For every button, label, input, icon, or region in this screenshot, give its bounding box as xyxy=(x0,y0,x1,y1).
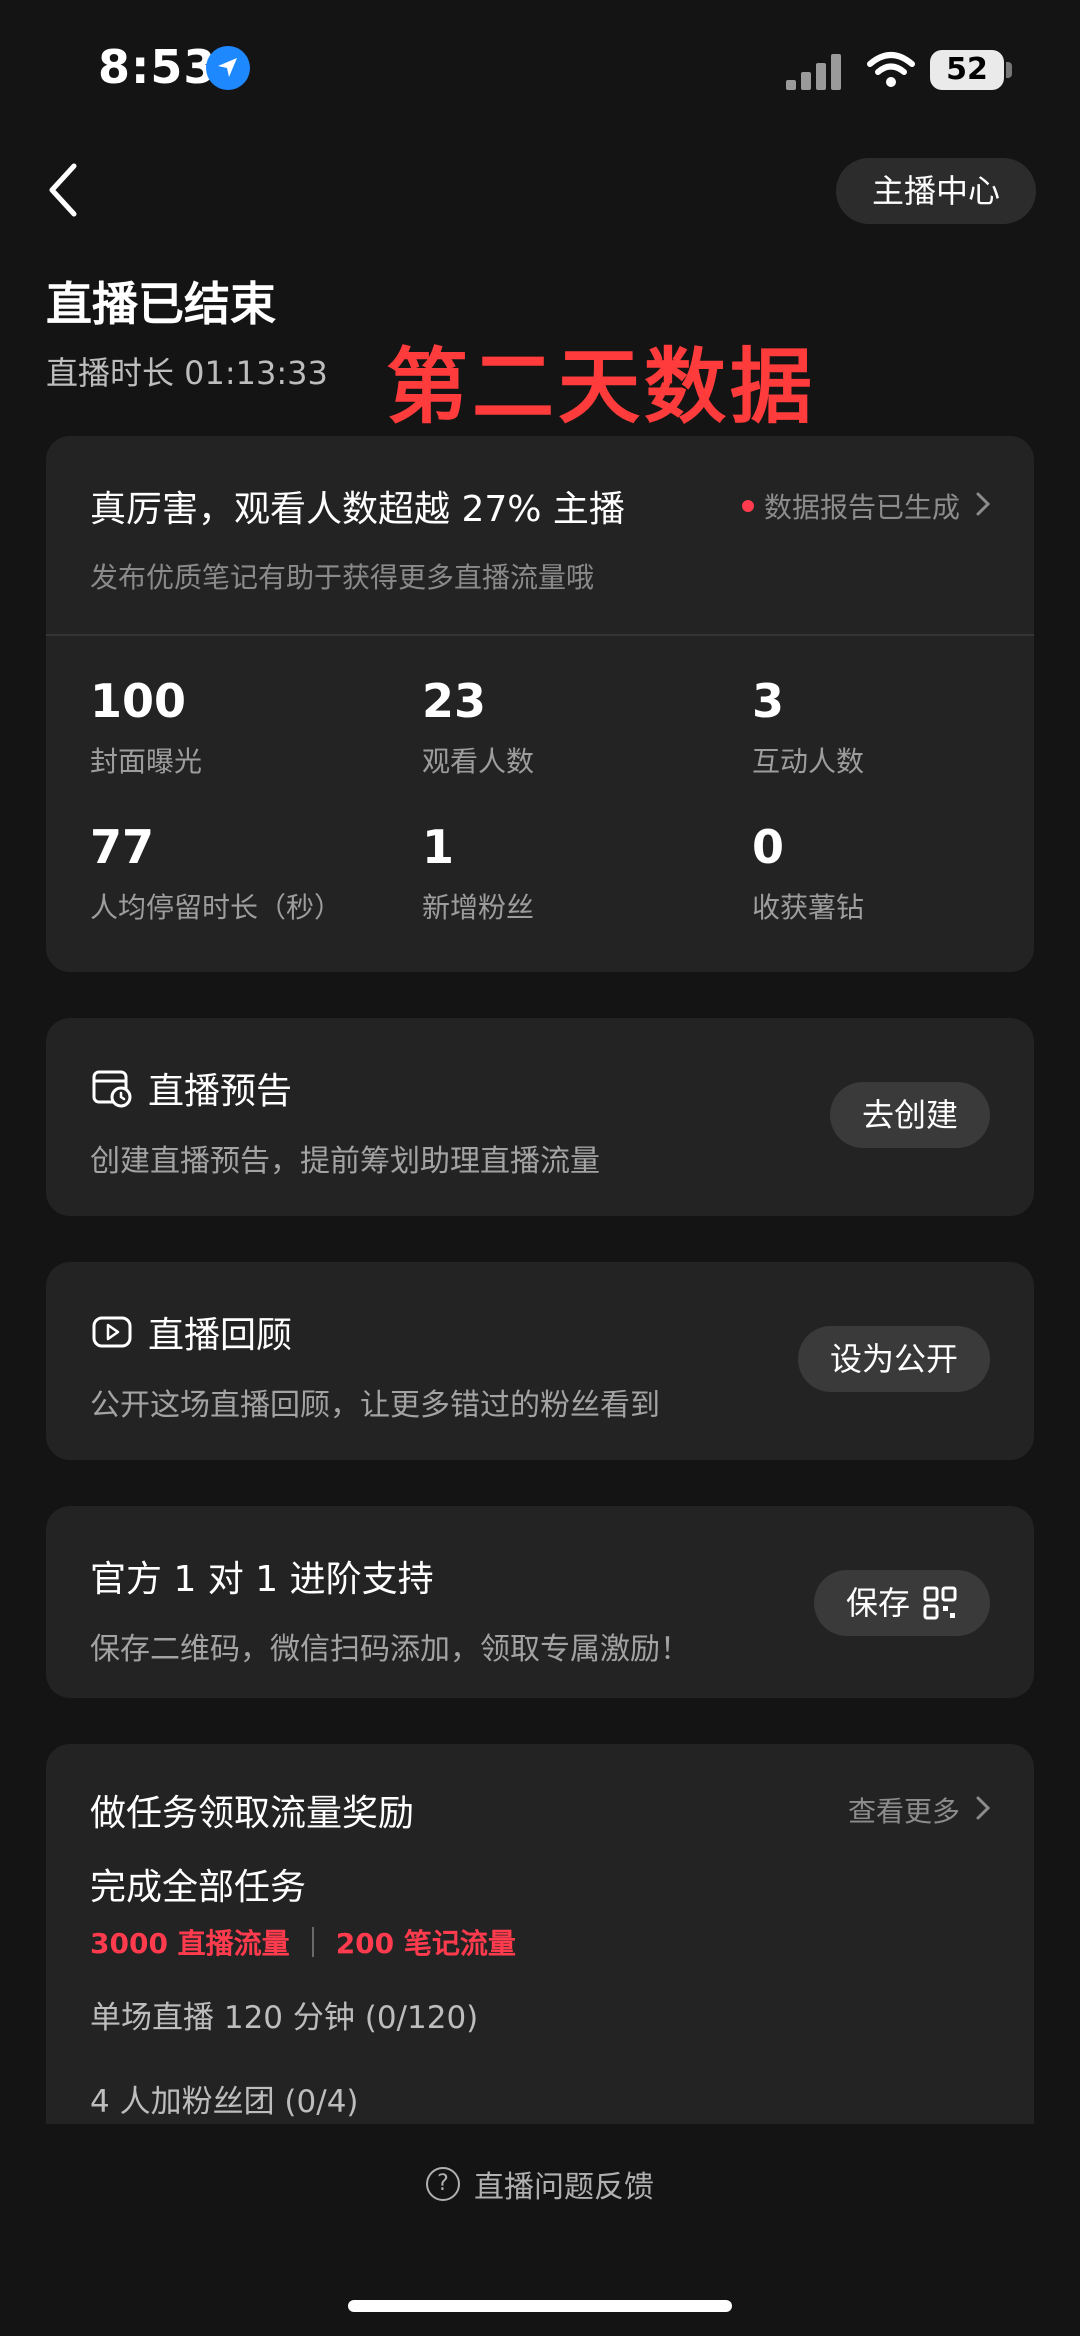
chevron-right-icon xyxy=(976,1794,991,1827)
reward-note-traffic: 200 笔记流量 xyxy=(335,1927,516,1960)
stat-avg-stay: 77 人均停留时长（秒） xyxy=(90,820,342,926)
data-report-link[interactable]: 数据报告已生成 xyxy=(741,486,991,526)
report-link-label: 数据报告已生成 xyxy=(763,491,960,524)
page-title: 直播已结束 xyxy=(46,277,276,331)
stream-duration: 直播时长 01:13:33 xyxy=(46,354,328,392)
summary-card: 真厉害，观看人数超越 27% 主播 数据报告已生成 发布优质笔记有助于获得更多直… xyxy=(46,436,1034,972)
rewards-row: 3000 直播流量 200 笔记流量 xyxy=(90,1922,516,1962)
calendar-clock-icon xyxy=(92,1070,132,1108)
view-more-label: 查看更多 xyxy=(847,1795,960,1828)
stat-label: 收获薯钻 xyxy=(752,891,865,924)
stat-viewers: 23 观看人数 xyxy=(422,674,534,780)
support-description: 保存二维码，微信扫码添加，领取专属激励！ xyxy=(90,1632,690,1667)
video-replay-icon xyxy=(92,1316,132,1348)
reward-separator xyxy=(311,1927,314,1957)
stat-value: 100 xyxy=(90,674,187,728)
chevron-right-icon xyxy=(976,490,991,523)
save-label: 保存 xyxy=(845,1584,910,1622)
location-icon xyxy=(206,46,250,90)
preview-title-row: 直播预告 xyxy=(90,1062,292,1114)
complete-all-tasks: 完成全部任务 xyxy=(90,1867,307,1908)
stat-diamonds: 0 收获薯钻 xyxy=(752,820,864,926)
battery-indicator: 52 xyxy=(930,50,1004,90)
stat-interactors: 3 互动人数 xyxy=(752,674,864,780)
divider xyxy=(46,634,1034,636)
stat-label: 人均停留时长（秒） xyxy=(90,891,343,924)
cellular-signal-icon xyxy=(786,52,844,90)
stat-label: 观看人数 xyxy=(422,745,535,778)
stat-value: 1 xyxy=(422,820,455,874)
qr-code-icon xyxy=(923,1586,957,1620)
stat-cover-impressions: 100 封面曝光 xyxy=(90,674,202,780)
replay-title: 直播回顾 xyxy=(148,1315,293,1356)
question-circle-icon: ? xyxy=(426,2167,460,2201)
home-indicator[interactable] xyxy=(348,2300,732,2312)
tasks-card: 做任务领取流量奖励 查看更多 完成全部任务 3000 直播流量 200 笔记流量… xyxy=(46,1744,1034,2124)
feedback-label: 直播问题反馈 xyxy=(474,2170,654,2205)
preview-title: 直播预告 xyxy=(148,1071,293,1112)
feedback-link[interactable]: ? 直播问题反馈 xyxy=(0,2162,1080,2206)
stat-value: 3 xyxy=(752,674,785,728)
stat-value: 77 xyxy=(90,820,155,874)
back-chevron-icon[interactable] xyxy=(44,160,94,220)
stat-value: 23 xyxy=(422,674,487,728)
replay-description: 公开这场直播回顾，让更多错过的粉丝看到 xyxy=(90,1388,660,1423)
support-title: 官方 1 对 1 进阶支持 xyxy=(90,1559,434,1600)
overlay-annotation: 第二天数据 xyxy=(386,340,817,435)
set-public-button[interactable]: 设为公开 xyxy=(797,1326,990,1392)
streamer-center-button[interactable]: 主播中心 xyxy=(836,158,1036,224)
stat-label: 封面曝光 xyxy=(90,745,203,778)
live-replay-card: 直播回顾 公开这场直播回顾，让更多错过的粉丝看到 设为公开 xyxy=(46,1262,1034,1460)
live-preview-card: 直播预告 创建直播预告，提前筹划助理直播流量 去创建 xyxy=(46,1018,1034,1216)
stat-new-fans: 1 新增粉丝 xyxy=(422,820,534,926)
red-dot-icon xyxy=(741,500,754,512)
summary-headline: 真厉害，观看人数超越 27% 主播 xyxy=(90,489,625,530)
battery-tip xyxy=(1006,62,1012,78)
wifi-icon xyxy=(866,50,916,90)
reward-live-traffic: 3000 直播流量 xyxy=(90,1927,290,1960)
task-item: 4 人加粉丝团 (0/4) xyxy=(90,2084,359,2120)
official-support-card: 官方 1 对 1 进阶支持 保存二维码，微信扫码添加，领取专属激励！ 保存 xyxy=(46,1506,1034,1698)
stat-label: 互动人数 xyxy=(752,745,865,778)
summary-subtext: 发布优质笔记有助于获得更多直播流量哦 xyxy=(90,561,595,594)
task-item: 单场直播 120 分钟 (0/120) xyxy=(90,2000,479,2036)
stat-label: 新增粉丝 xyxy=(422,891,535,924)
tasks-title: 做任务领取流量奖励 xyxy=(90,1793,415,1834)
create-preview-button[interactable]: 去创建 xyxy=(829,1082,990,1148)
status-time: 8:53 xyxy=(98,40,217,94)
save-qr-button[interactable]: 保存 xyxy=(813,1570,990,1636)
preview-description: 创建直播预告，提前筹划助理直播流量 xyxy=(90,1144,600,1179)
replay-title-row: 直播回顾 xyxy=(90,1306,292,1358)
view-more-link[interactable]: 查看更多 xyxy=(847,1790,991,1830)
status-bar: 8:53 52 xyxy=(0,0,1080,140)
stat-value: 0 xyxy=(752,820,785,874)
